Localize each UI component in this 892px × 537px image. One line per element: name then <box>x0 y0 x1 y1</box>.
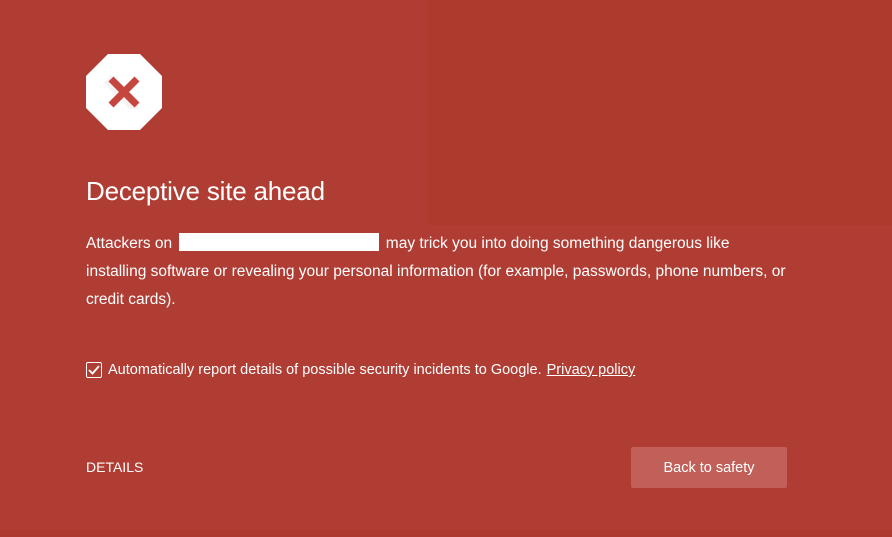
checkmark-icon <box>88 365 100 375</box>
background-panel <box>428 0 892 225</box>
warning-message: Attackers on may trick you into doing so… <box>86 230 791 314</box>
privacy-policy-link[interactable]: Privacy policy <box>547 362 636 378</box>
report-checkbox[interactable] <box>86 362 102 378</box>
danger-octagon-x-icon <box>86 54 162 130</box>
message-prefix: Attackers on <box>86 235 173 252</box>
bottom-edge <box>0 530 892 537</box>
page-title: Deceptive site ahead <box>86 176 325 206</box>
report-label: Automatically report details of possible… <box>108 362 542 378</box>
redacted-site-name <box>179 233 380 251</box>
report-row: Automatically report details of possible… <box>86 362 635 378</box>
details-button[interactable]: DETAILS <box>86 459 143 475</box>
back-to-safety-button[interactable]: Back to safety <box>631 447 787 488</box>
